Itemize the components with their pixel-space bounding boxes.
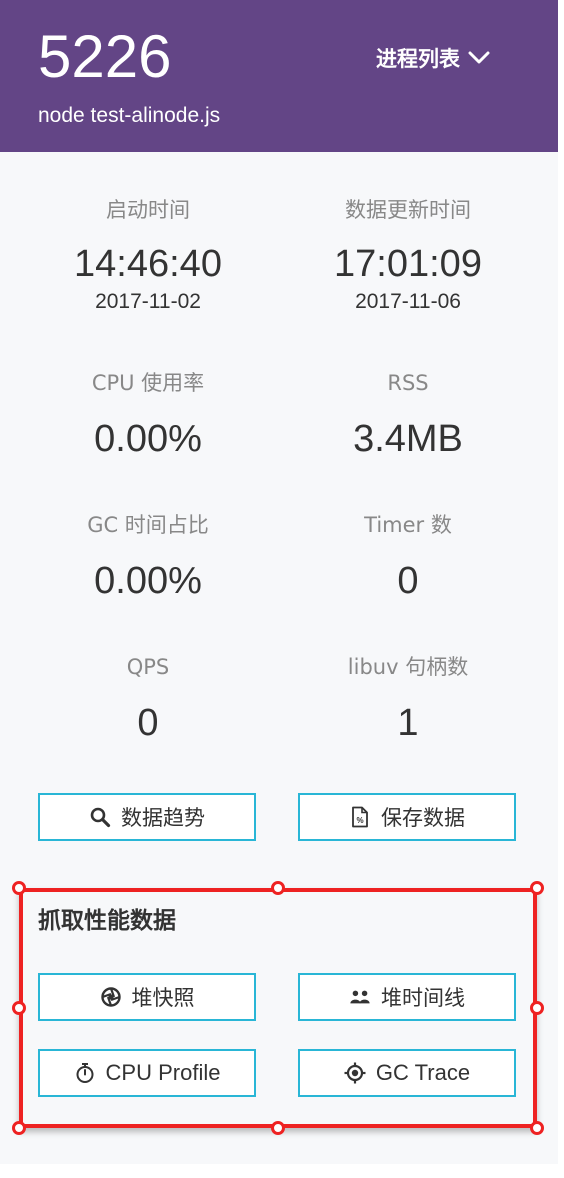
save-data-button[interactable]: % 保存数据 xyxy=(298,793,516,841)
resize-handle-top-left[interactable] xyxy=(12,881,26,895)
data-trend-label: 数据趋势 xyxy=(121,806,205,830)
stat-label: QPS xyxy=(126,655,170,679)
stat-rss: RSS 3.4MB xyxy=(298,369,518,463)
stat-label: 启动时间 xyxy=(106,198,190,222)
file-percent-icon: % xyxy=(349,806,371,828)
resize-handle-bottom-left[interactable] xyxy=(12,1121,26,1135)
selection-box[interactable] xyxy=(19,888,537,1128)
stat-label: 数据更新时间 xyxy=(345,198,471,222)
process-command: node test-alinode.js xyxy=(38,104,221,127)
stat-label: GC 时间占比 xyxy=(87,513,209,537)
stat-gc-ratio: GC 时间占比 0.00% xyxy=(38,511,258,605)
save-data-label: 保存数据 xyxy=(381,806,465,830)
resize-handle-top-right[interactable] xyxy=(530,881,544,895)
process-id: 5226 xyxy=(38,23,172,90)
process-list-dropdown[interactable]: 进程列表 xyxy=(376,40,490,76)
stat-timer-count: Timer 数 0 xyxy=(298,511,518,605)
stat-value: 0.00% xyxy=(94,418,202,460)
stat-date: 2017-11-06 xyxy=(355,290,461,313)
stat-label: RSS xyxy=(387,371,429,395)
process-list-label: 进程列表 xyxy=(376,47,460,71)
resize-handle-right[interactable] xyxy=(530,1001,544,1015)
stat-value: 0 xyxy=(397,560,419,602)
stat-value: 3.4MB xyxy=(353,418,463,460)
chevron-down-icon xyxy=(468,51,490,65)
stat-start-time: 启动时间 14:46:40 2017-11-02 xyxy=(38,196,258,316)
resize-handle-top[interactable] xyxy=(271,881,285,895)
stat-value: 0.00% xyxy=(94,560,202,602)
bottom-margin xyxy=(0,1164,564,1178)
stat-value: 14:46:40 xyxy=(74,243,222,285)
resize-handle-left[interactable] xyxy=(12,1001,26,1015)
stat-date: 2017-11-02 xyxy=(95,290,201,313)
resize-handle-bottom[interactable] xyxy=(271,1121,285,1135)
stat-label: libuv 句柄数 xyxy=(347,655,469,679)
stat-qps: QPS 0 xyxy=(38,653,258,747)
stat-label: Timer 数 xyxy=(364,513,452,537)
svg-text:%: % xyxy=(356,816,363,825)
stat-label: CPU 使用率 xyxy=(91,371,205,395)
process-header: 5226 node test-alinode.js 进程列表 xyxy=(0,0,558,152)
stat-value: 1 xyxy=(397,702,419,744)
resize-handle-bottom-right[interactable] xyxy=(530,1121,544,1135)
search-icon xyxy=(89,806,111,828)
stat-value: 17:01:09 xyxy=(334,243,482,285)
stat-update-time: 数据更新时间 17:01:09 2017-11-06 xyxy=(298,196,518,316)
stat-cpu-usage: CPU 使用率 0.00% xyxy=(38,369,258,463)
stat-libuv-handles: libuv 句柄数 1 xyxy=(298,653,518,747)
data-trend-button[interactable]: 数据趋势 xyxy=(38,793,256,841)
stat-value: 0 xyxy=(137,702,159,744)
